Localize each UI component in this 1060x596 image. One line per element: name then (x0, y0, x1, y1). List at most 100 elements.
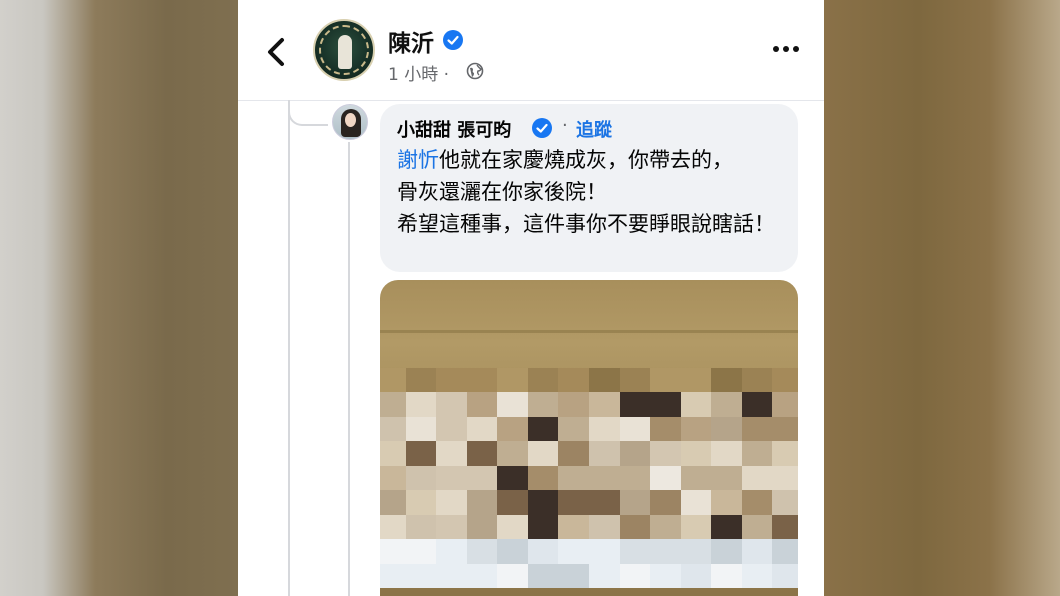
mosaic-cell (741, 416, 773, 442)
post-timestamp[interactable]: 1 小時 (388, 65, 438, 85)
mosaic-cell (466, 416, 498, 442)
page-avatar[interactable] (313, 19, 375, 81)
mosaic-cell (650, 416, 681, 442)
mosaic-cell (772, 416, 798, 442)
mention-link[interactable]: 謝忻 (397, 148, 439, 172)
mosaic-cell (680, 539, 712, 564)
mosaic-cell (497, 563, 528, 588)
mosaic-cell (588, 416, 620, 442)
background-right (824, 0, 1060, 596)
mosaic-cell (711, 539, 742, 564)
mosaic-cell (558, 416, 589, 442)
more-options-icon[interactable] (771, 42, 801, 56)
mosaic-cell (619, 490, 651, 515)
verified-badge-icon (532, 118, 552, 138)
mosaic-cell (650, 490, 681, 515)
mosaic-cell (588, 392, 620, 417)
mosaic-cell (527, 392, 559, 417)
mosaic-cell (497, 392, 528, 417)
mosaic-cell (436, 392, 467, 417)
mosaic-cell (711, 490, 742, 515)
mosaic-cell (619, 416, 651, 442)
mosaic-cell (497, 368, 528, 393)
mosaic-cell (650, 563, 681, 588)
comment-photo[interactable] (380, 280, 798, 596)
box-crease (380, 330, 798, 333)
avatar-face (345, 113, 356, 127)
mosaic-cell (405, 441, 437, 466)
mosaic-cell (466, 563, 498, 588)
thread-connector (288, 100, 328, 126)
mosaic-cell (497, 539, 528, 564)
mosaic-cell (588, 368, 620, 393)
mosaic-cell (680, 465, 712, 491)
post-header: 陳沂 1 小時 · (238, 0, 824, 100)
mosaic-cell (619, 539, 651, 564)
mosaic-cell (436, 563, 467, 588)
comment-text: 謝忻他就在家慶燒成灰，你帶去的， 骨灰還灑在你家後院！ 希望這種事，這件事你不要… (397, 144, 792, 240)
mosaic-cell (711, 368, 742, 393)
globe-icon (466, 62, 484, 80)
mosaic-cell (497, 465, 528, 491)
chevron-left-icon[interactable] (262, 34, 292, 70)
mosaic-cell (588, 490, 620, 515)
mosaic-cell (588, 539, 620, 564)
mosaic-cell (466, 490, 498, 515)
mosaic-cell (588, 514, 620, 540)
mosaic-cell (436, 490, 467, 515)
mosaic-cell (680, 490, 712, 515)
mosaic-cell (405, 490, 437, 515)
mosaic-cell (380, 441, 406, 466)
mosaic-cell (558, 490, 589, 515)
mosaic-cell (650, 539, 681, 564)
mosaic-cell (619, 465, 651, 491)
mosaic-cell (466, 441, 498, 466)
commenter-avatar[interactable] (332, 104, 368, 140)
mosaic-cell (527, 441, 559, 466)
mosaic-cell (405, 368, 437, 393)
mosaic-cell (558, 465, 589, 491)
mosaic-cell (436, 514, 467, 540)
mosaic-cell (680, 514, 712, 540)
mosaic-cell (466, 368, 498, 393)
mosaic-cell (711, 416, 742, 442)
mosaic-cell (650, 514, 681, 540)
mosaic-cell (497, 416, 528, 442)
mosaic-cell (380, 490, 406, 515)
mosaic-cell (558, 441, 589, 466)
mosaic-cell (772, 441, 798, 466)
mosaic-cell (558, 514, 589, 540)
facebook-post-screen: 陳沂 1 小時 · 小甜甜 張可昀 · 追蹤 謝忻他就在家慶燒成灰，你帶去的， … (238, 0, 824, 596)
mosaic-cell (680, 368, 712, 393)
mosaic-cell (436, 465, 467, 491)
mosaic-cell (405, 563, 437, 588)
mosaic-cell (380, 539, 406, 564)
mosaic-cell (772, 490, 798, 515)
mosaic-cell (497, 490, 528, 515)
mosaic-cell (466, 514, 498, 540)
mosaic-cell (650, 392, 681, 417)
mosaic-cell (380, 514, 406, 540)
mosaic-cell (588, 563, 620, 588)
mosaic-cell (405, 539, 437, 564)
mosaic-cell (680, 416, 712, 442)
mosaic-cell (741, 539, 773, 564)
mosaic-cell (588, 465, 620, 491)
follow-button[interactable]: 追蹤 (576, 116, 612, 142)
mosaic-cell (527, 539, 559, 564)
mosaic-cell (650, 441, 681, 466)
mosaic-cell (650, 368, 681, 393)
mosaic-cell (741, 465, 773, 491)
page-name[interactable]: 陳沂 (388, 24, 434, 58)
mosaic-cell (436, 441, 467, 466)
mosaic-cell (436, 539, 467, 564)
commenter-name[interactable]: 小甜甜 張可昀 (397, 116, 511, 142)
mosaic-cell (497, 514, 528, 540)
mosaic-cell (772, 392, 798, 417)
mosaic-cell (711, 563, 742, 588)
mosaic-cell (436, 416, 467, 442)
mosaic-cell (741, 441, 773, 466)
author-separator: · (562, 115, 568, 136)
mosaic-cell (380, 392, 406, 417)
mosaic-cell (711, 441, 742, 466)
